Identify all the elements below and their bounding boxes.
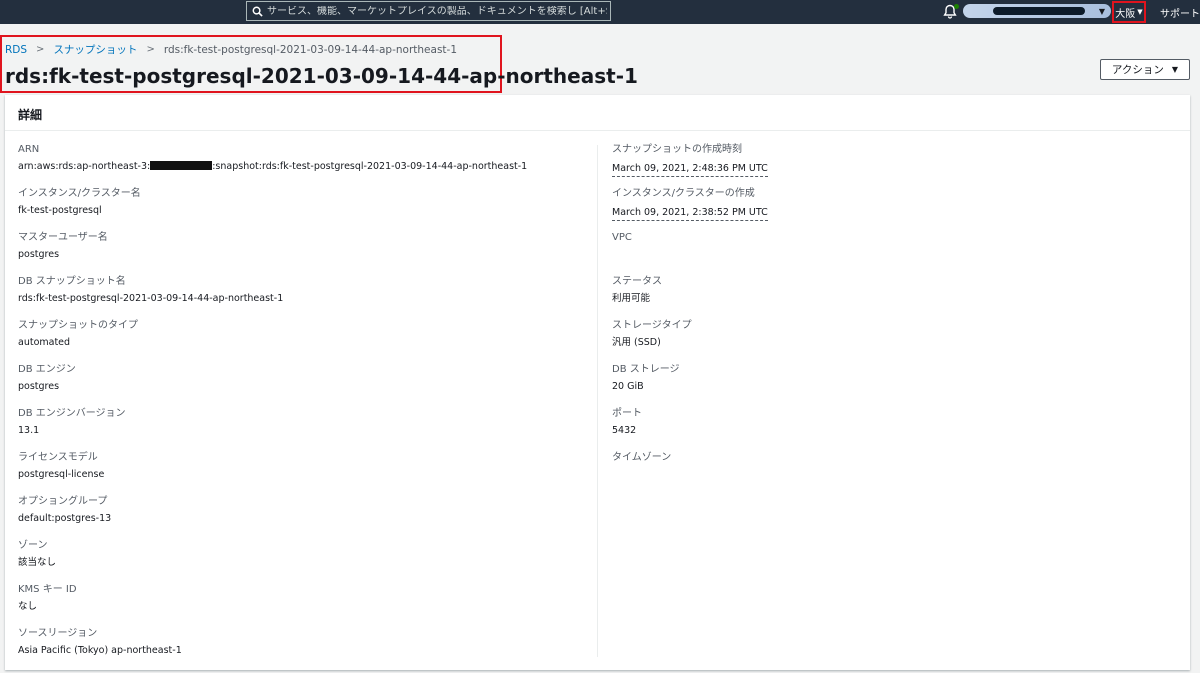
field-arn: ARN arn:aws:rds:ap-northeast-3: :snapshot…: [18, 144, 593, 188]
column-divider: [597, 145, 598, 657]
field-option-group: オプショングループ default:postgres-13: [18, 496, 593, 540]
field-value: default:postgres-13: [18, 513, 112, 524]
arn-suffix: :snapshot:rds:fk-test-postgresql-2021-03…: [212, 161, 528, 172]
field-label: ステータス: [612, 276, 662, 287]
field-snapshot-created: スナップショットの作成時刻 March 09, 2021, 2:48:36 PM…: [612, 144, 1172, 188]
field-engine-version: DB エンジンバージョン 13.1: [18, 408, 593, 452]
field-value: rds:fk-test-postgresql-2021-03-09-14-44-…: [18, 293, 284, 304]
caret-down-icon: ▼: [1137, 8, 1143, 16]
support-label: サポート: [1160, 9, 1200, 20]
field-status: ステータス 利用可能: [612, 276, 1172, 320]
redacted-account-id: [150, 161, 213, 170]
field-label: マスターユーザー名: [18, 232, 108, 243]
field-db-engine: DB エンジン postgres: [18, 364, 593, 408]
field-label: スナップショットの作成時刻: [612, 144, 742, 155]
field-label: ソースリージョン: [18, 628, 98, 639]
field-value: postgresql-license: [18, 469, 105, 480]
field-label: DB ストレージ: [612, 364, 680, 375]
field-value: postgres: [18, 381, 60, 392]
caret-down-icon: ▼: [1098, 6, 1105, 16]
chevron-right-icon: >: [36, 44, 45, 55]
field-source-region: ソースリージョン Asia Pacific (Tokyo) ap-northea…: [18, 628, 593, 672]
breadcrumb-rds-link[interactable]: RDS: [5, 44, 27, 56]
snapshot-created-timestamp[interactable]: March 09, 2021, 2:48:36 PM UTC: [612, 163, 768, 177]
breadcrumb-snapshots-link[interactable]: スナップショット: [53, 42, 137, 57]
field-timezone: タイムゾーン: [612, 452, 1172, 496]
details-left-column: ARN arn:aws:rds:ap-northeast-3: :snapshot…: [18, 144, 593, 672]
field-label: ポート: [612, 408, 642, 419]
search-input[interactable]: [267, 5, 607, 17]
field-label: ARN: [18, 144, 40, 155]
notification-dot: [954, 4, 959, 9]
field-port: ポート 5432: [612, 408, 1172, 452]
search-icon: [247, 2, 267, 20]
details-panel: 詳細 ARN arn:aws:rds:ap-northeast-3: :snaps…: [5, 95, 1190, 670]
field-label: ライセンスモデル: [18, 452, 98, 463]
status-value: 利用可能: [612, 293, 651, 304]
field-label: KMS キー ID: [18, 584, 77, 595]
field-snapshot-type: スナップショットのタイプ automated: [18, 320, 593, 364]
field-instance-created: インスタンス/クラスターの作成 March 09, 2021, 2:38:52 …: [612, 188, 1172, 232]
field-value: なし: [18, 601, 38, 612]
field-label: ストレージタイプ: [612, 320, 692, 331]
actions-button-label: アクション: [1111, 64, 1164, 76]
field-db-storage: DB ストレージ 20 GiB: [612, 364, 1172, 408]
field-value: 13.1: [18, 425, 40, 436]
details-right-column: スナップショットの作成時刻 March 09, 2021, 2:48:36 PM…: [612, 144, 1172, 496]
top-navigation-bar: ▼ 大阪 ▼ サポート: [0, 0, 1200, 24]
field-value: postgres: [18, 249, 60, 260]
field-value: 20 GiB: [612, 381, 644, 392]
account-menu[interactable]: ▼: [963, 4, 1111, 18]
field-vpc: VPC: [612, 232, 1172, 276]
field-value: 5432: [612, 425, 637, 436]
breadcrumb: RDS > スナップショット > rds:fk-test-postgresql-…: [5, 42, 457, 57]
field-label: インスタンス/クラスター名: [18, 188, 141, 199]
field-snapshot-name: DB スナップショット名 rds:fk-test-postgresql-2021…: [18, 276, 593, 320]
field-label: VPC: [612, 232, 632, 243]
field-value: automated: [18, 337, 71, 348]
field-storage-type: ストレージタイプ 汎用 (SSD): [612, 320, 1172, 364]
region-selector[interactable]: 大阪 ▼: [1112, 1, 1146, 23]
field-zone: ゾーン 該当なし: [18, 540, 593, 584]
field-label: DB エンジンバージョン: [18, 408, 126, 419]
field-label: オプショングループ: [18, 496, 108, 507]
chevron-right-icon: >: [146, 44, 155, 55]
field-label: スナップショットのタイプ: [18, 320, 138, 331]
arn-prefix: arn:aws:rds:ap-northeast-3:: [18, 161, 151, 172]
field-label: ゾーン: [18, 540, 48, 551]
field-label: タイムゾーン: [612, 452, 672, 463]
support-menu[interactable]: サポート: [1160, 5, 1200, 20]
page-title: rds:fk-test-postgresql-2021-03-09-14-44-…: [5, 64, 638, 88]
field-label: インスタンス/クラスターの作成: [612, 188, 755, 199]
field-license-model: ライセンスモデル postgresql-license: [18, 452, 593, 496]
field-label: DB スナップショット名: [18, 276, 126, 287]
region-label: 大阪: [1115, 8, 1136, 20]
field-value: 該当なし: [18, 557, 57, 568]
caret-down-icon: ▼: [1171, 65, 1179, 74]
field-kms-key-id: KMS キー ID なし: [18, 584, 593, 628]
instance-created-timestamp[interactable]: March 09, 2021, 2:38:52 PM UTC: [612, 207, 768, 221]
field-value: arn:aws:rds:ap-northeast-3: :snapshot:rds…: [18, 161, 593, 173]
actions-button[interactable]: アクション ▼: [1100, 59, 1190, 80]
breadcrumb-current: rds:fk-test-postgresql-2021-03-09-14-44-…: [163, 43, 457, 56]
panel-title: 詳細: [5, 95, 1190, 131]
field-value: fk-test-postgresql: [18, 205, 102, 216]
redacted-account-name: [993, 7, 1085, 15]
field-master-username: マスターユーザー名 postgres: [18, 232, 593, 276]
field-instance-name: インスタンス/クラスター名 fk-test-postgresql: [18, 188, 593, 232]
search-box[interactable]: [246, 1, 611, 21]
field-label: DB エンジン: [18, 364, 76, 375]
field-value: 汎用 (SSD): [612, 337, 661, 348]
field-value: Asia Pacific (Tokyo) ap-northeast-1: [18, 645, 182, 656]
